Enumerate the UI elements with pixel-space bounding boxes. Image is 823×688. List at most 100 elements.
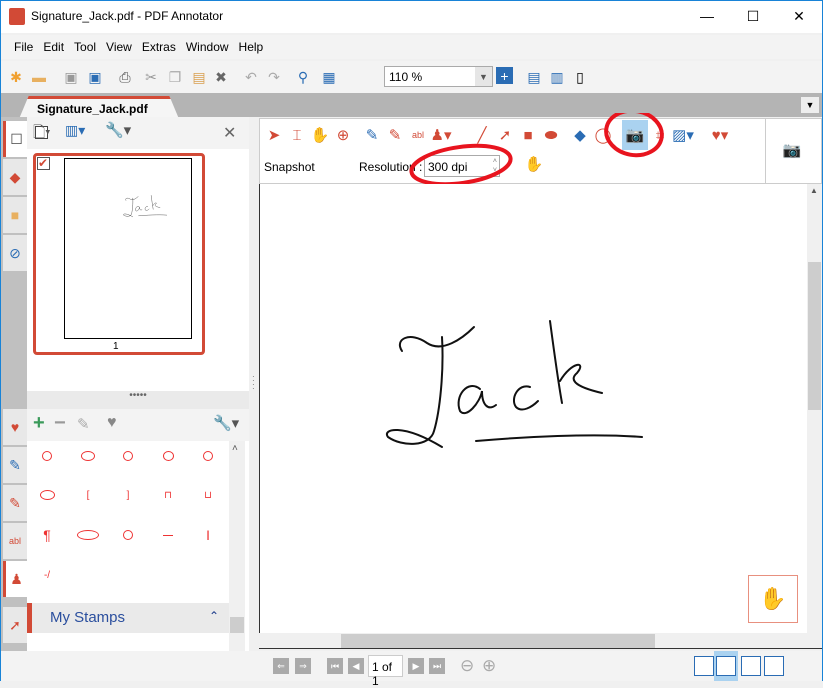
favorites-tab-icon[interactable]: ♥ (3, 409, 27, 445)
menu-help[interactable]: Help (234, 40, 269, 54)
scroll-thumb[interactable] (808, 262, 821, 410)
highlighter-tab-icon[interactable]: ✎ (3, 485, 27, 521)
attachment-tab-icon[interactable]: ⊘ (3, 235, 27, 271)
undo-icon[interactable]: ↶ (241, 67, 261, 87)
menu-file[interactable]: File (9, 40, 38, 54)
menu-extras[interactable]: Extras (137, 40, 181, 54)
thumbnail-signature (123, 195, 167, 217)
open-folder-icon[interactable]: ▬ (29, 67, 49, 87)
pen-tab-icon[interactable]: ✎ (3, 447, 27, 483)
vertical-splitter[interactable]: · · · · (249, 117, 259, 651)
bookmark-tab-icon[interactable]: ◆ (3, 159, 27, 195)
stamp-item[interactable] (203, 451, 213, 461)
stamp-item[interactable] (123, 451, 133, 461)
continuous-view-icon[interactable] (716, 656, 736, 676)
grid-icon[interactable]: ▦ (319, 67, 339, 87)
stamp-item[interactable]: -/ (32, 565, 62, 585)
two-page-view-icon[interactable] (764, 656, 784, 676)
arrow-tab-icon[interactable]: ➚ (3, 607, 27, 643)
wrench-icon[interactable]: 🔧▾ (213, 414, 239, 432)
zoom-in-icon[interactable]: + (496, 67, 513, 84)
save-as-icon[interactable]: ▣ (85, 67, 105, 87)
page-checkbox[interactable]: ✔ (37, 157, 50, 170)
prev-document-icon[interactable]: ⇐ (273, 658, 289, 674)
document-view[interactable]: ✋ (259, 184, 807, 633)
wrench-icon[interactable]: 🔧▾ (105, 121, 131, 139)
stamp-item[interactable]: | (193, 525, 223, 545)
scroll-thumb[interactable] (341, 634, 655, 648)
last-page-icon[interactable]: ⏭ (429, 658, 445, 674)
page-thumbnail[interactable] (64, 158, 192, 339)
stamp-item[interactable]: ] (113, 485, 143, 505)
stamp-item[interactable]: ⊓ (153, 485, 183, 505)
add-icon[interactable]: + (33, 412, 45, 435)
stamp-item[interactable] (123, 530, 133, 540)
fullscreen-icon[interactable]: ▯ (570, 67, 590, 87)
minimize-button[interactable]: — (684, 1, 730, 31)
text-tab-icon[interactable]: abl (3, 523, 27, 559)
prev-page-icon[interactable]: ◀ (348, 658, 364, 674)
maximize-button[interactable]: ☐ (730, 1, 776, 31)
two-page-continuous-icon[interactable] (741, 656, 761, 676)
horizontal-scrollbar[interactable] (259, 633, 822, 649)
fit-width-icon[interactable]: ▥ (547, 67, 567, 87)
stamp-item[interactable] (42, 451, 52, 461)
edit-pencil-icon[interactable]: ✎ (77, 415, 90, 433)
tab-signature-jack[interactable]: Signature_Jack.pdf (19, 96, 179, 119)
stamp-item[interactable]: [ (73, 485, 103, 505)
scroll-up-icon[interactable]: ˄ (232, 443, 238, 454)
new-document-icon[interactable]: ✱ (6, 67, 26, 87)
find-binoculars-icon[interactable]: ⚲ (293, 67, 313, 87)
stamps-scrollbar[interactable]: ˄ (229, 441, 245, 651)
menu-window[interactable]: Window (181, 40, 234, 54)
book-view-icon[interactable]: ▥▾ (65, 122, 85, 139)
stamp-item[interactable] (162, 451, 174, 461)
stamp-item[interactable] (81, 451, 95, 461)
close-button[interactable]: ✕ (776, 1, 822, 31)
save-icon[interactable]: ▣ (61, 67, 81, 87)
app-logo-icon (9, 8, 25, 25)
collapse-chevron-icon[interactable]: ⌃ (209, 609, 219, 623)
delete-icon[interactable]: ✖ (211, 67, 231, 87)
single-page-view-icon[interactable] (694, 656, 714, 676)
notes-tab-icon[interactable]: ■ (3, 197, 27, 233)
favorite-heart-icon[interactable]: ♥ (107, 414, 117, 432)
stamp-item[interactable] (77, 530, 99, 540)
menu-view[interactable]: View (101, 40, 137, 54)
my-stamps-section[interactable]: My Stamps ⌃ (27, 603, 229, 633)
stamp-item[interactable]: ¶ (32, 525, 62, 545)
paste-icon[interactable]: ▤ (189, 67, 209, 87)
copy-icon[interactable]: ❐ (165, 67, 185, 87)
tab-label: Signature_Jack.pdf (37, 102, 148, 116)
stamp-item[interactable] (39, 490, 55, 500)
close-panel-icon[interactable]: ✕ (223, 123, 236, 143)
forward-icon[interactable]: ⊕ (482, 656, 496, 676)
menu-tool[interactable]: Tool (69, 40, 101, 54)
scroll-thumb[interactable] (230, 617, 244, 633)
first-page-icon[interactable]: ⏮ (327, 658, 343, 674)
print-icon[interactable]: ⎙ (115, 67, 135, 87)
stamp-item[interactable]: ⊔ (193, 485, 223, 505)
tab-list-button[interactable]: ▼ (801, 97, 819, 113)
fit-page-icon[interactable]: ▤ (524, 67, 544, 87)
app-window: Signature_Jack.pdf - PDF Annotator — ☐ ✕… (0, 0, 823, 688)
panel-splitter[interactable]: ••••• (27, 391, 249, 409)
redo-icon[interactable]: ↷ (264, 67, 284, 87)
scroll-up-icon[interactable]: ▲ (810, 186, 818, 195)
vertical-scrollbar[interactable]: ▲ (807, 184, 822, 633)
favorites-heart-icon[interactable]: ♥▾ (710, 124, 730, 146)
page-indicator[interactable]: 1 of 1 (368, 655, 403, 688)
menu-edit[interactable]: Edit (38, 40, 69, 54)
back-icon[interactable]: ⊖ (460, 656, 474, 676)
chevron-down-icon[interactable]: ▼ (475, 67, 492, 86)
stamp-item[interactable]: — (153, 525, 183, 545)
page-menu-icon[interactable]: 🗋▾ (33, 122, 51, 147)
next-document-icon[interactable]: ⇒ (295, 658, 311, 674)
hand-tool-icon[interactable]: ✋ (748, 575, 798, 623)
remove-icon[interactable]: − (54, 412, 66, 435)
insert-image-icon[interactable]: ▨▾ (672, 124, 694, 146)
next-page-icon[interactable]: ▶ (408, 658, 424, 674)
pages-tab-icon[interactable]: ☐ (3, 121, 27, 157)
stamp-tab-icon[interactable]: ♟ (3, 561, 27, 597)
cut-icon[interactable]: ✂ (141, 67, 161, 87)
